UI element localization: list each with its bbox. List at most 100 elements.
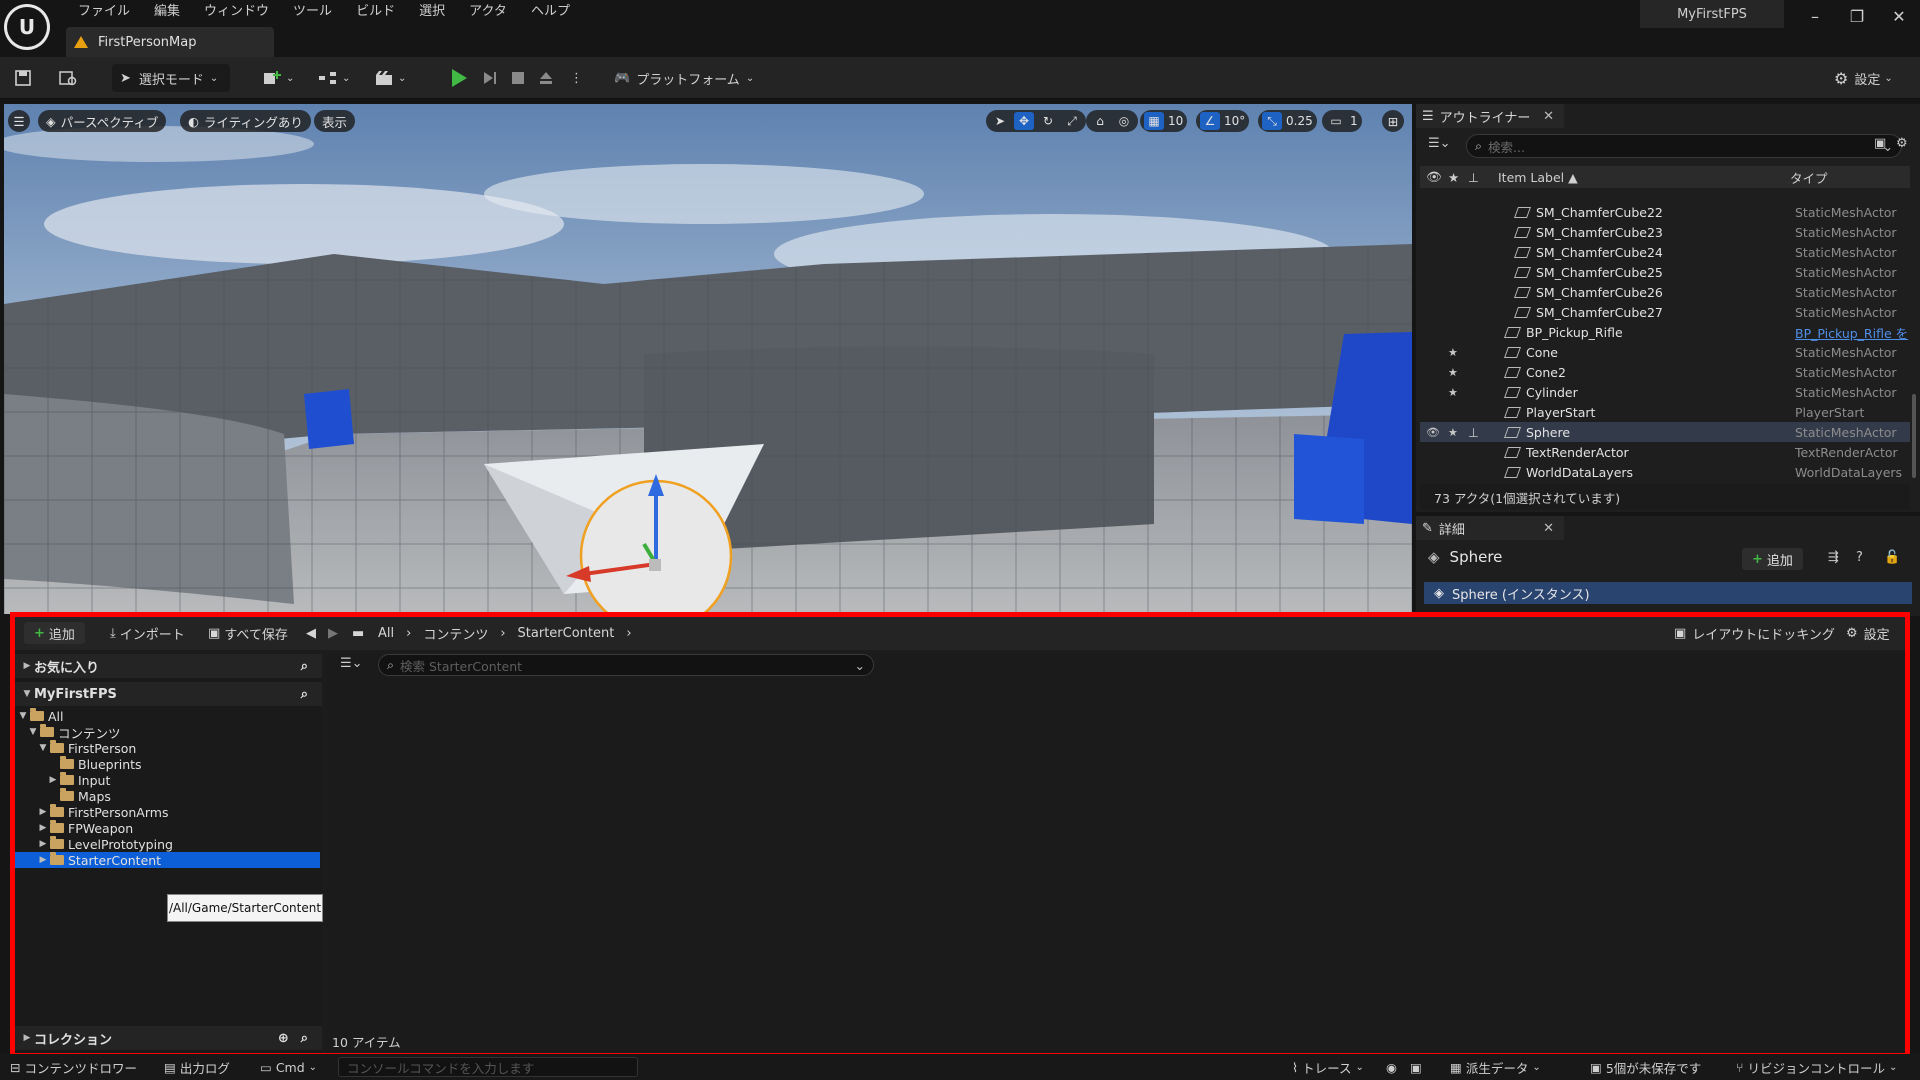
outliner-row[interactable]: ★ Cylinder StaticMeshActor — [1420, 382, 1910, 402]
outliner-tab[interactable]: ☰ アウトライナー ✕ — [1416, 104, 1564, 128]
settings-button[interactable]: ⚙ 設定 ⌄ — [1834, 64, 1893, 92]
actor-type[interactable]: BP_Pickup_Rifle を — [1795, 323, 1908, 342]
view-mode-button[interactable]: ◐ ライティングあり — [180, 110, 311, 132]
asset-search-input[interactable]: ⌕ 検索 StarterContent ⌄ — [378, 654, 874, 676]
surface-snap-button[interactable]: ⌂ ◎ — [1086, 110, 1138, 132]
scale-snap-button[interactable]: ⤡ 0.25 — [1258, 110, 1317, 132]
trace-button[interactable]: ⌇ トレース ⌄ — [1292, 1057, 1364, 1077]
scale-tool-icon[interactable]: ⤢ — [1062, 112, 1082, 130]
filter-icon[interactable]: ☰⌄ — [1428, 136, 1451, 151]
cb-settings-button[interactable]: ⚙ 設定 — [1846, 622, 1890, 644]
outliner-row[interactable]: SM_ChamferCube27 StaticMeshActor — [1420, 302, 1910, 322]
item-label-header[interactable]: Item Label ▲ — [1498, 170, 1578, 185]
platforms-button[interactable]: 🎮 プラットフォーム ⌄ — [614, 64, 754, 92]
perspective-button[interactable]: ◈ パースペクティブ — [38, 110, 167, 132]
breadcrumb-content[interactable]: コンテンツ — [423, 624, 488, 643]
blueprint-button[interactable]: ⌄ — [318, 64, 350, 92]
search-icon[interactable]: ⌕ — [301, 659, 308, 674]
chevron-down-icon[interactable]: ▼ — [38, 743, 48, 753]
content-drawer-button[interactable]: ⊟ コンテンツドロワー — [10, 1057, 137, 1077]
outliner-row[interactable]: WorldDataLayers WorldDataLayers — [1420, 462, 1910, 482]
mode-selector[interactable]: ➤ 選択モード ⌄ — [112, 64, 230, 92]
save-icon[interactable] — [14, 64, 32, 92]
add-actor-button[interactable]: ⌄ — [262, 64, 294, 92]
unsaved-button[interactable]: ▣ 5個が未保存です — [1590, 1057, 1701, 1077]
close-icon[interactable]: ✕ — [1543, 109, 1554, 124]
eject-button[interactable] — [538, 64, 554, 92]
outliner-row[interactable]: 👁 ⊥ ★ Sphere StaticMeshActor — [1420, 422, 1910, 442]
show-button[interactable]: 表示 — [314, 110, 356, 132]
cinematics-button[interactable]: ⌄ — [374, 64, 406, 92]
favorites-section[interactable]: ▶ お気に入り ⌕ — [12, 654, 322, 678]
star-icon[interactable]: ★ — [1448, 426, 1458, 439]
restore-icon[interactable]: ❐ — [1836, 0, 1878, 32]
filter-icon[interactable]: ☰⌄ — [340, 656, 363, 671]
stop-button[interactable] — [510, 64, 526, 92]
search-icon[interactable]: ⌕ — [301, 1031, 308, 1046]
blueprint-icon[interactable]: ⇶ — [1828, 550, 1839, 565]
star-icon[interactable]: ★ — [1448, 386, 1458, 399]
back-icon[interactable]: ◀ — [306, 622, 316, 644]
add-button[interactable]: + 追加 — [24, 622, 85, 644]
import-button[interactable]: ⤓ インポート — [110, 622, 185, 644]
folder-tree-item[interactable]: ▶ FPWeapon — [14, 820, 320, 836]
search-icon[interactable]: ⌕ — [301, 687, 308, 702]
pin-icon[interactable]: ⊥ — [1468, 170, 1479, 185]
menu-item-0[interactable]: ファイル — [66, 2, 142, 22]
component-root-row[interactable]: ◈ Sphere (インスタンス) — [1424, 582, 1912, 604]
folder-tree-item[interactable]: ▶ StarterContent — [14, 852, 320, 868]
chevron-right-icon[interactable]: ▶ — [48, 775, 58, 785]
menu-item-2[interactable]: ウィンドウ — [192, 2, 281, 22]
outliner-scrollbar[interactable] — [1912, 394, 1916, 478]
menu-item-5[interactable]: 選択 — [407, 2, 457, 22]
chevron-right-icon[interactable]: ▶ — [38, 855, 48, 865]
folder-tree-item[interactable]: Blueprints — [14, 756, 320, 772]
chevron-down-icon[interactable]: ▼ — [28, 727, 38, 737]
breadcrumb-all[interactable]: All — [378, 626, 394, 641]
dock-in-layout-button[interactable]: ▣ レイアウトにドッキング — [1674, 622, 1835, 644]
record-icon[interactable]: ◉ — [1386, 1057, 1397, 1077]
menu-item-4[interactable]: ビルド — [344, 2, 407, 22]
outliner-row[interactable]: SM_ChamferCube26 StaticMeshActor — [1420, 282, 1910, 302]
add-collection-icon[interactable]: ⊕ — [278, 1031, 289, 1046]
outliner-row[interactable]: SM_ChamferCube22 StaticMeshActor — [1420, 202, 1910, 222]
outliner-row[interactable]: SM_ChamferCube25 StaticMeshActor — [1420, 262, 1910, 282]
folder-tree-item[interactable]: ▼ FirstPerson — [14, 740, 320, 756]
viewport-menu-icon[interactable]: ☰ — [8, 110, 30, 132]
chevron-down-icon[interactable]: ▼ — [18, 711, 28, 721]
chevron-right-icon[interactable]: ▶ — [38, 807, 48, 817]
menu-item-3[interactable]: ツール — [281, 2, 344, 22]
outliner-row[interactable]: BP_Pickup_Rifle BP_Pickup_Rifle を — [1420, 322, 1910, 342]
pin-icon[interactable]: ⊥ — [1468, 425, 1479, 440]
derived-data-button[interactable]: ▦ 派生データ ⌄ — [1450, 1057, 1541, 1077]
details-tab[interactable]: ✎ 詳細 ✕ — [1416, 516, 1564, 540]
outliner-row[interactable]: ★ Cone2 StaticMeshActor — [1420, 362, 1910, 382]
type-header[interactable]: タイプ — [1790, 168, 1828, 187]
add-component-button[interactable]: + 追加 — [1742, 548, 1803, 570]
revision-control-button[interactable]: ⑂ リビジョンコントロール ⌄ — [1736, 1057, 1897, 1077]
outliner-row[interactable]: TextRenderActor TextRenderActor — [1420, 442, 1910, 462]
menu-item-1[interactable]: 編集 — [142, 2, 192, 22]
lock-icon[interactable]: 🔓 — [1884, 550, 1900, 565]
angle-snap-button[interactable]: ∠ 10° — [1196, 110, 1250, 132]
level-viewport[interactable]: ArchitectureAudioBlueprintsHDRIMapsMater… — [4, 104, 1412, 614]
breadcrumb-startercontent[interactable]: StarterContent — [518, 626, 615, 641]
folder-tree-item[interactable]: ▼ コンテンツ — [14, 724, 320, 741]
help-icon[interactable]: ? — [1856, 550, 1863, 565]
translate-tool-icon[interactable]: ✥ — [1014, 112, 1034, 130]
folder-tree-item[interactable]: ▶ Input — [14, 772, 320, 788]
menu-item-7[interactable]: ヘルプ — [519, 2, 582, 22]
outliner-row[interactable]: PlayerStart PlayerStart — [1420, 402, 1910, 422]
menu-item-6[interactable]: アクタ — [457, 2, 519, 22]
viewport-layout-icon[interactable]: ⊞ — [1382, 110, 1404, 132]
minimize-icon[interactable]: – — [1794, 0, 1836, 32]
star-icon[interactable]: ★ — [1448, 170, 1459, 185]
save-all-button[interactable]: ▣ すべて保存 — [208, 622, 288, 644]
outliner-row[interactable]: ★ Cone StaticMeshActor — [1420, 342, 1910, 362]
close-icon[interactable]: ✕ — [1878, 0, 1920, 32]
browse-icon[interactable] — [58, 64, 78, 92]
cmd-button[interactable]: ▭ Cmd ⌄ — [260, 1057, 317, 1077]
gear-icon[interactable]: ⚙ — [1896, 136, 1908, 151]
forward-icon[interactable]: ▶ — [328, 622, 338, 644]
level-tab[interactable]: FirstPersonMap — [66, 27, 274, 57]
